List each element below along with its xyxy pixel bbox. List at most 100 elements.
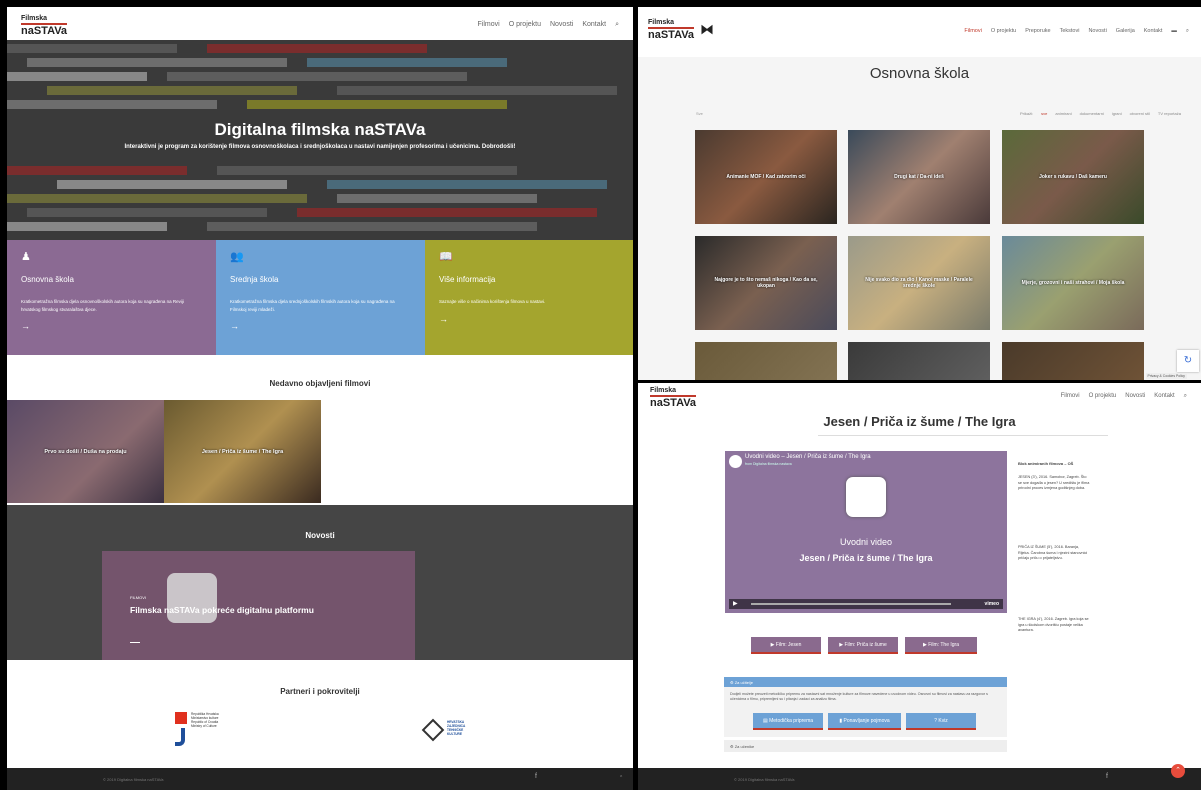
hztk-logo[interactable] [421,718,445,742]
video-from[interactable]: from Digitalna filmska nastava [745,462,792,466]
nav-novosti[interactable]: Novosti [550,21,573,29]
partner-hztk-text: HRVATSKA ZAJEDNICA TEHNIČKE KULTURE [447,720,466,737]
osnovna-skola-screenshot: Filmska naSTAVa ⧓ Filmovi O projektu Pre… [638,7,1201,380]
button-label: Kviz [938,717,948,724]
tile-desc: Kratkometražna filmska djela osnovnoškol… [21,299,184,312]
hero-title: Digitalna filmska naSTAVa [214,120,426,139]
metodicka-priprema-button[interactable]: ▤ Metodička priprema [753,713,823,730]
book-icon: 📖 [439,251,453,263]
accordion-za-ucitelje[interactable]: ⚙ Za učitelje [724,677,1007,687]
nav-o-projektu[interactable]: O projektu [991,28,1016,35]
nav-o-projektu[interactable]: O projektu [509,21,541,29]
button-label: Ponavljanje pojmova [843,717,890,724]
nav-novosti[interactable]: Novosti [1125,393,1145,400]
page-title: Jesen / Priča iz šume / The Igra [823,414,1016,429]
play-icon[interactable]: ▶ [733,600,738,607]
nav-tekstovi[interactable]: Tekstovi [1060,28,1080,35]
film-grid-item[interactable]: Najgore je to što nemaš nikoga / Kao da … [695,236,837,330]
tile-osnovna-skola[interactable]: ♟ Osnovna škola Kratkometražna filmska d… [7,240,216,355]
homepage-screenshot: Filmska naSTAVa Filmovi O projektu Novos… [7,7,633,790]
main-nav: Filmovi O projektu Novosti Kontakt ⌕ [478,21,619,29]
ministry-logo[interactable] [175,712,187,724]
accordion-text: Dodjeli možete preuzeti metodičku pripre… [730,692,988,702]
sidebar-item: THE IGRA (4'), 2016. Zagreb. Igra koja s… [1018,617,1089,633]
nav-kontakt[interactable]: Kontakt [582,21,606,29]
video-header[interactable]: Uvodni video – Jesen / Priča iz šume / T… [745,454,871,460]
film-grid-item[interactable]: Mjerje, grozovni i naši strahovi / Moja … [1002,236,1144,330]
film-grid-item[interactable] [695,342,837,380]
film-card[interactable]: Jesen / Priča iz šume / The Igra [164,400,321,503]
ponavljanje-pojmova-button[interactable]: ▮ Ponavljanje pojmova [828,713,901,730]
film-grid-item[interactable]: Joker s rukavu / Daš kameru [1002,130,1144,224]
facebook-icon[interactable]: f [535,773,537,780]
search-icon[interactable]: ⌕ [1186,28,1189,35]
tile-srednja-skola[interactable]: 👥 Srednja škola Kratkometražna filmska d… [216,240,425,355]
scroll-top-button[interactable]: ⌃ [1171,764,1185,778]
nav-preporuke[interactable]: Preporuke [1025,28,1050,35]
video-controls: ▶ vimeo [729,599,1003,609]
site-logo[interactable]: Filmska naSTAVa [21,15,68,37]
tile-desc: Saznajte više o načinima korištenja film… [439,299,546,304]
video-player[interactable]: Uvodni video – Jesen / Priča iz šume / T… [725,451,1007,613]
film-jesen-button[interactable]: ▶ Film: Jesen [751,637,821,654]
nav-filmovi[interactable]: Filmovi [964,28,981,35]
search-icon[interactable]: ⌕ [1184,393,1187,400]
ministry-logo-mark [175,728,185,746]
tile-title: Osnovna škola [21,275,74,284]
film-prica-button[interactable]: ▶ Film: Priča iz šume [828,637,898,654]
filter-igrani[interactable]: igrani [1112,111,1122,116]
divider [818,435,1108,436]
nav-kontakt[interactable]: Kontakt [1144,28,1163,35]
arrow-right-icon[interactable]: → [230,321,411,331]
recent-films-title: Nedavno objavljeni filmovi [269,379,371,388]
tile-vise-informacija[interactable]: 📖 Više informacija Saznajte više o način… [425,240,633,355]
flag-icon[interactable]: ▬ [1171,28,1177,35]
users-icon: 👥 [230,251,244,263]
film-grid-item[interactable]: Animanie MOF / Kad zatvorim oči [695,130,837,224]
search-icon[interactable]: ⌕ [615,21,619,29]
main-nav: Filmovi O projektu Novosti Kontakt ⌕ [1061,393,1187,400]
partners-title: Partneri i pokrovitelji [280,687,360,696]
arrow-right-icon[interactable]: → [21,321,202,331]
filter-animirani[interactable]: animirani [1055,111,1071,116]
channel-avatar [729,455,742,468]
copyright-text: © 2019 Digitalna filmska naSTAVa [103,777,164,782]
footer: © 2019 Digitalna filmska naSTAVa f [638,768,1201,790]
site-logo[interactable]: Filmska naSTAVa [648,19,695,41]
footer: © 2019 Digitalna filmska naSTAVa f ⌃ [7,768,633,790]
logo-top: Filmska [21,15,48,22]
partner-ministry-text: Republika Hrvatska Ministarstvo kulture … [191,712,219,729]
nav-kontakt[interactable]: Kontakt [1154,393,1174,400]
nav-filmovi[interactable]: Filmovi [1061,393,1080,400]
news-tag[interactable]: FILMOVI [130,595,146,600]
film-detail-screenshot: Filmska naSTAVa Filmovi O projektu Novos… [638,383,1201,790]
vimeo-logo[interactable]: vimeo [985,601,999,607]
filter-otvoreni-stil[interactable]: otvoreni stil [1130,111,1150,116]
film-card[interactable]: Prvo su došli / Duša na prodaju [7,400,164,503]
privacy-link[interactable]: Privacy & Cookies Policy [1145,373,1187,379]
nav-filmovi[interactable]: Filmovi [478,21,500,29]
sidebar-item: PRIČA IZ ŠUME (5'), 2016. Baranja, Rijek… [1018,545,1088,561]
site-logo[interactable]: Filmska naSTAVa [650,387,697,409]
facebook-icon[interactable]: f [1106,773,1108,780]
progress-bar[interactable] [751,603,951,605]
filter-tv-reportaza[interactable]: TV reportaža [1158,111,1181,116]
film-igra-button[interactable]: ▶ Film: The Igra [905,637,977,654]
film-grid-item[interactable] [1002,342,1144,380]
scroll-top-icon[interactable]: ⌃ [619,775,623,781]
film-grid-item[interactable]: Nije svako dio za dio / Kanoi maske / Pa… [848,236,990,330]
filter-sve[interactable]: sve [1041,111,1047,116]
accordion-za-ucenike[interactable]: ⚙ Za učenike [724,740,1007,752]
arrow-right-icon[interactable]: → [439,314,619,324]
button-label: Film: The Igra [928,641,959,648]
film-grid-item[interactable] [848,342,990,380]
nav-o-projektu[interactable]: O projektu [1089,393,1117,400]
kviz-button[interactable]: ? Kviz [906,713,976,730]
filter-dokumentarni[interactable]: dokumentarni [1080,111,1104,116]
film-grid-item[interactable]: Drugi kat / Da-ni ideš [848,130,990,224]
news-card-title[interactable]: Filmska naSTAVa pokreće digitalnu platfo… [130,605,314,615]
recaptcha-icon[interactable]: ↻ [1177,350,1199,372]
nav-galerija[interactable]: Galerija [1116,28,1135,35]
news-card[interactable]: FILMOVI Filmska naSTAVa pokreće digitaln… [102,551,415,660]
nav-novosti[interactable]: Novosti [1088,28,1106,35]
